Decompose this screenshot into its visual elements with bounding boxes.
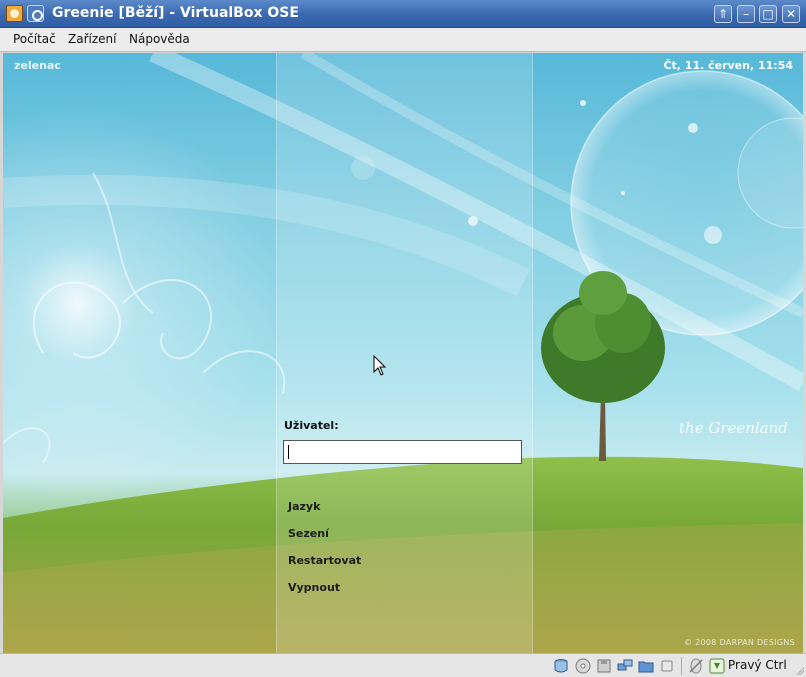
menubar: Počítač Zařízení Nápověda bbox=[0, 28, 806, 52]
statusbar: Pravý Ctrl bbox=[0, 653, 806, 677]
close-button[interactable]: ✕ bbox=[782, 5, 800, 23]
resize-grip[interactable] bbox=[794, 665, 804, 675]
menu-machine[interactable]: Počítač bbox=[13, 32, 56, 46]
mouse-integration-icon[interactable] bbox=[688, 658, 704, 674]
rollup-button[interactable]: ⇑ bbox=[714, 5, 732, 23]
restart-button[interactable]: Restartovat bbox=[288, 554, 361, 567]
cd-dvd-icon[interactable] bbox=[575, 658, 591, 674]
clock-label: Čt, 11. červen, 11:54 bbox=[663, 59, 793, 72]
shared-folder-icon[interactable] bbox=[638, 658, 654, 674]
statusbar-separator bbox=[681, 657, 682, 675]
window-title: Greenie [Běží] - VirtualBox OSE bbox=[52, 5, 299, 21]
text-caret bbox=[288, 445, 289, 459]
minimize-button[interactable]: – bbox=[737, 5, 755, 23]
language-button[interactable]: Jazyk bbox=[288, 500, 320, 513]
network-icon[interactable] bbox=[617, 658, 633, 674]
window-menu-icon[interactable] bbox=[27, 5, 44, 22]
hostname-label: zelenac bbox=[14, 59, 61, 72]
wallpaper-credit: © 2008 DARPAN DESIGNS bbox=[683, 638, 795, 647]
username-input[interactable] bbox=[283, 440, 522, 464]
virtualbox-app-icon bbox=[6, 5, 23, 22]
shutdown-button[interactable]: Vypnout bbox=[288, 581, 340, 594]
vm-display[interactable]: zelenac Čt, 11. červen, 11:54 Uživatel: … bbox=[3, 53, 803, 653]
maximize-button[interactable]: □ bbox=[759, 5, 777, 23]
usb-icon[interactable] bbox=[659, 658, 675, 674]
session-button[interactable]: Sezení bbox=[288, 527, 329, 540]
host-key-icon[interactable] bbox=[709, 658, 725, 674]
menu-help[interactable]: Nápověda bbox=[129, 32, 190, 46]
menu-devices[interactable]: Zařízení bbox=[68, 32, 116, 46]
username-label: Uživatel: bbox=[284, 419, 339, 432]
mouse-pointer-icon bbox=[373, 355, 387, 376]
floppy-icon[interactable] bbox=[596, 658, 612, 674]
window-titlebar[interactable]: Greenie [Běží] - VirtualBox OSE ⇑ – □ ✕ bbox=[0, 0, 806, 28]
host-key-label: Pravý Ctrl bbox=[728, 658, 787, 672]
wallpaper-title: the Greenland bbox=[679, 419, 788, 437]
hard-disk-icon[interactable] bbox=[553, 658, 569, 674]
